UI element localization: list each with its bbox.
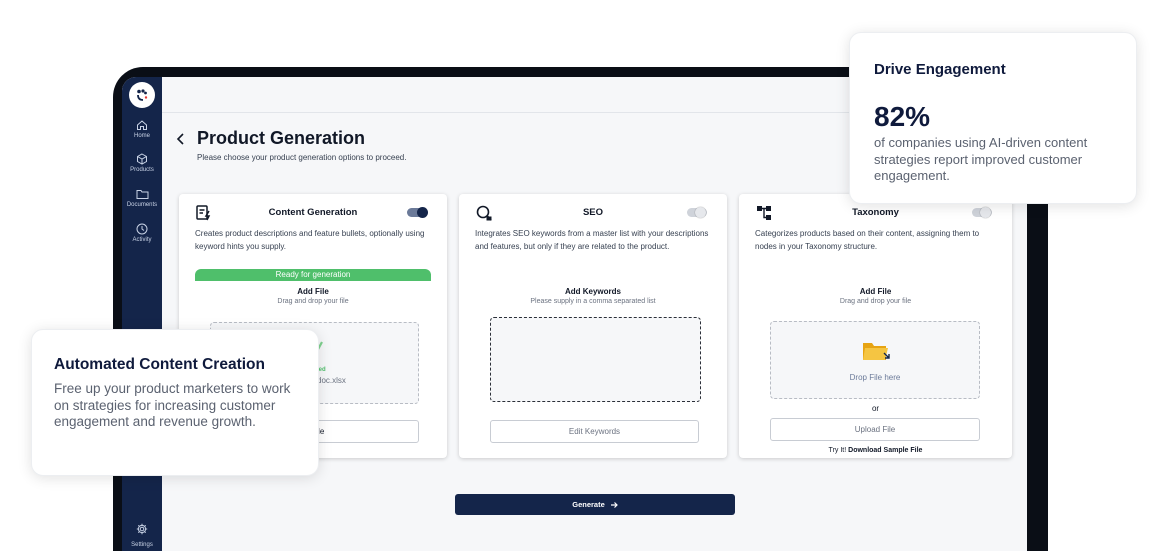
sample-file-row: Try It! Download Sample File bbox=[739, 447, 1012, 454]
content-generation-toggle[interactable] bbox=[407, 207, 428, 218]
try-it-label: Try It! bbox=[828, 447, 847, 454]
sidebar-item-home[interactable]: Home bbox=[122, 119, 162, 139]
upload-file-button[interactable]: Upload File bbox=[770, 418, 980, 441]
card-description: Categorizes products based on their cont… bbox=[755, 229, 980, 251]
seo-toggle[interactable] bbox=[687, 207, 707, 218]
page-title: Product Generation bbox=[197, 128, 366, 148]
sidebar-item-label: Documents bbox=[126, 202, 158, 208]
drop-file-text: Drop File here bbox=[849, 373, 901, 382]
add-file-subtitle: Drag and drop your file bbox=[839, 298, 912, 305]
automated-content-card: Automated Content Creation Free up your … bbox=[31, 329, 319, 476]
sidebar-item-label: Settings bbox=[131, 542, 153, 548]
add-file-title: Add File bbox=[297, 287, 329, 296]
generate-button[interactable]: Generate bbox=[455, 494, 735, 515]
folder-upload-icon bbox=[863, 343, 890, 360]
sidebar-item-label: Products bbox=[130, 167, 154, 173]
logo-mark-icon bbox=[137, 89, 148, 101]
sidebar: Home Products Documents Activity Setting… bbox=[122, 77, 162, 551]
sidebar-item-activity[interactable]: Activity bbox=[122, 223, 162, 243]
app-logo[interactable] bbox=[129, 82, 155, 108]
cube-icon bbox=[137, 153, 147, 165]
seo-card: SEO Integrates SEO keywords from a maste… bbox=[459, 194, 727, 458]
generate-label: Generate bbox=[572, 500, 605, 509]
sidebar-item-settings[interactable]: Settings bbox=[122, 522, 162, 548]
uploaded-file-name: doc.xlsx bbox=[317, 376, 346, 385]
or-divider-text: or bbox=[871, 404, 880, 413]
add-keywords-title: Add Keywords bbox=[564, 287, 621, 296]
sidebar-item-label: Activity bbox=[132, 237, 152, 243]
arrow-right-icon bbox=[610, 501, 618, 508]
drive-engagement-card: Drive Engagement 82% of companies using … bbox=[849, 32, 1137, 204]
add-file-title: Add File bbox=[859, 287, 892, 296]
engagement-stat: 82% bbox=[874, 101, 931, 132]
gear-icon bbox=[136, 523, 148, 535]
page-subtitle: Please choose your product generation op… bbox=[197, 153, 407, 162]
drive-engagement-title: Drive Engagement bbox=[874, 61, 1006, 78]
add-keywords-subtitle: Please supply in a comma separated list bbox=[530, 298, 656, 305]
automated-content-description: Free up your product marketers to work o… bbox=[54, 381, 291, 429]
automated-content-title: Automated Content Creation bbox=[54, 356, 265, 373]
edit-keywords-button[interactable]: Edit Keywords bbox=[490, 420, 699, 443]
keywords-textarea[interactable] bbox=[490, 317, 701, 402]
sidebar-item-products[interactable]: Products bbox=[122, 153, 162, 173]
clock-icon bbox=[136, 223, 148, 235]
card-description: Integrates SEO keywords from a master li… bbox=[475, 229, 709, 251]
file-dropzone[interactable]: Drop File here bbox=[770, 321, 980, 399]
engagement-description: of companies using AI-driven content str… bbox=[874, 135, 1088, 183]
taxonomy-card: Taxonomy Categorizes products based on t… bbox=[739, 194, 1012, 458]
sidebar-item-label: Home bbox=[133, 133, 150, 139]
taxonomy-toggle[interactable] bbox=[972, 207, 992, 218]
status-banner: Ready for generation bbox=[195, 269, 431, 281]
card-description: Creates product descriptions and feature… bbox=[195, 229, 425, 251]
back-button[interactable] bbox=[175, 132, 187, 146]
sidebar-item-documents[interactable]: Documents bbox=[122, 188, 162, 208]
folder-icon bbox=[136, 190, 148, 199]
home-icon bbox=[137, 120, 147, 130]
download-sample-link[interactable]: Download Sample File bbox=[848, 447, 922, 454]
add-file-subtitle: Drag and drop your file bbox=[277, 298, 349, 305]
chevron-left-icon bbox=[176, 133, 184, 145]
